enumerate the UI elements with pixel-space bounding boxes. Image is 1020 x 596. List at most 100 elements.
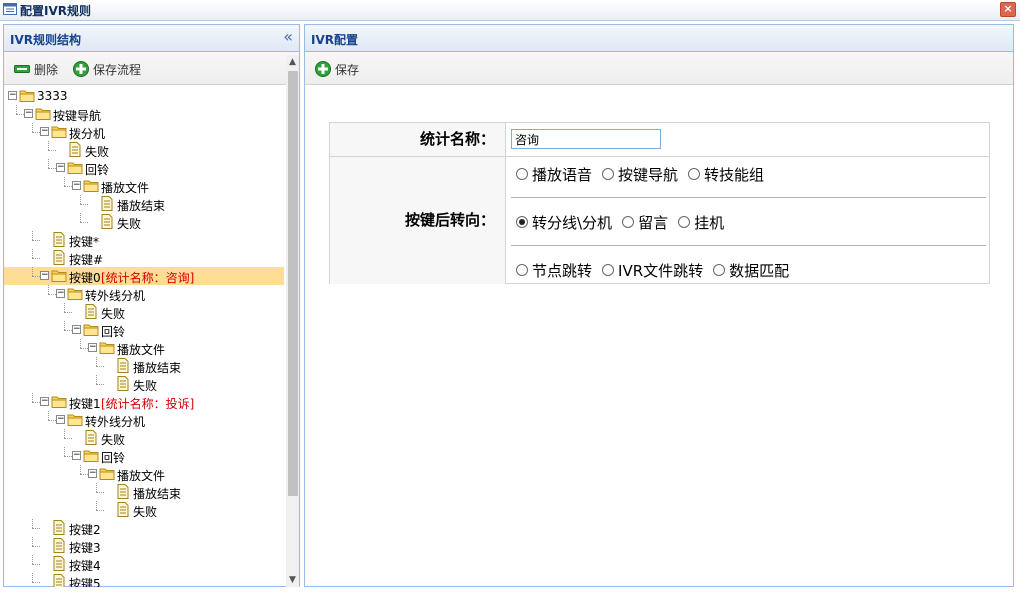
tree-connector-line: [96, 483, 97, 492]
tree-node-label: 拨分机: [69, 127, 106, 141]
collapse-toggle-icon[interactable]: −: [40, 127, 49, 136]
radio-option[interactable]: 转技能组: [688, 164, 764, 185]
file-icon: [51, 574, 67, 587]
tree-node-label: 按键0: [69, 271, 101, 285]
tree-node[interactable]: − 回铃: [4, 321, 284, 339]
tree-connector-line: [48, 420, 56, 421]
stat-name-input[interactable]: [511, 129, 661, 149]
radio-label: 播放语音: [532, 165, 593, 184]
collapse-toggle-icon[interactable]: −: [40, 271, 49, 280]
tree-node[interactable]: 播放结束: [4, 357, 284, 375]
collapse-toggle-icon[interactable]: −: [56, 163, 65, 172]
tree-connector-line: [32, 519, 33, 528]
tree-node[interactable]: 失败: [4, 501, 284, 519]
radio-button[interactable]: [516, 168, 528, 180]
tree-connector-line: [32, 537, 33, 546]
tree-node[interactable]: 按键#: [4, 249, 284, 267]
close-button[interactable]: ×: [1000, 2, 1016, 17]
radio-button[interactable]: [688, 168, 701, 180]
tree-toolbar: 删除 保存流程: [4, 52, 299, 85]
tree-connector-line: [64, 456, 72, 457]
tree-connector-line: [32, 249, 33, 258]
radio-option[interactable]: 留言: [622, 212, 668, 233]
tree-node[interactable]: 按键*: [4, 231, 284, 249]
tree-node[interactable]: − 播放文件: [4, 465, 284, 483]
collapse-icon[interactable]: «: [283, 28, 293, 46]
file-icon: [51, 520, 67, 535]
tree-node[interactable]: − 转外线分机: [4, 285, 284, 303]
save-button[interactable]: 保存: [315, 60, 359, 78]
tree-connector-line: [80, 348, 88, 349]
collapse-toggle-icon[interactable]: −: [24, 109, 33, 118]
radio-option[interactable]: 数据匹配: [713, 260, 789, 281]
tree-scrollbar[interactable]: ▲ ▼: [286, 55, 299, 587]
save-flow-button[interactable]: 保存流程: [73, 60, 141, 78]
collapse-toggle-icon[interactable]: −: [72, 325, 81, 334]
radio-button[interactable]: [622, 216, 635, 228]
scroll-down-arrow-icon[interactable]: ▼: [286, 573, 299, 587]
tree-node[interactable]: − 按键导航: [4, 105, 284, 123]
tree-node[interactable]: 播放结束: [4, 195, 284, 213]
collapse-toggle-icon[interactable]: −: [72, 451, 81, 460]
folder-icon: [67, 286, 83, 301]
tree-node[interactable]: 失败: [4, 429, 284, 447]
tree-connector-line: [32, 402, 40, 403]
tree-node[interactable]: − 回铃: [4, 447, 284, 465]
tree-node[interactable]: − 按键0 [统计名称：咨询]: [4, 267, 284, 285]
collapse-toggle-icon[interactable]: −: [72, 181, 81, 190]
collapse-toggle-icon[interactable]: −: [88, 343, 97, 352]
tree-node[interactable]: 失败: [4, 213, 284, 231]
minus-icon: [14, 65, 30, 73]
tree-node[interactable]: − 按键1 [统计名称：投诉]: [4, 393, 284, 411]
radio-button[interactable]: [602, 264, 615, 276]
tree-node[interactable]: − 3333: [4, 87, 284, 105]
tree-node[interactable]: − 播放文件: [4, 177, 284, 195]
radio-button[interactable]: [516, 216, 528, 228]
tree-connector-line: [64, 321, 65, 330]
tree-node[interactable]: 播放结束: [4, 483, 284, 501]
tree-node[interactable]: 按键5: [4, 573, 284, 587]
tree-node[interactable]: 按键2: [4, 519, 284, 537]
tree-connector-line: [32, 132, 40, 133]
radio-option[interactable]: 转分线\分机: [516, 212, 612, 233]
save-label: 保存: [335, 62, 360, 77]
tree-node[interactable]: − 播放文件: [4, 339, 284, 357]
tree-node[interactable]: − 转外线分机: [4, 411, 284, 429]
tree-node-label: 失败: [101, 307, 126, 321]
tree-connector-line: [32, 123, 33, 132]
collapse-toggle-icon[interactable]: −: [88, 469, 97, 478]
tree-node[interactable]: 按键3: [4, 537, 284, 555]
folder-icon: [99, 466, 115, 481]
radio-option[interactable]: 挂机: [678, 212, 724, 233]
file-icon: [51, 556, 67, 571]
delete-button[interactable]: 删除: [14, 60, 58, 78]
tree-node-label: 按键3: [69, 541, 101, 555]
tree-node[interactable]: 按键4: [4, 555, 284, 573]
tree-connector-line: [64, 312, 72, 313]
tree-node-label: 失败: [101, 433, 126, 447]
radio-button[interactable]: [516, 264, 528, 276]
stat-name-label: 统计名称：: [330, 123, 506, 156]
collapse-toggle-icon[interactable]: −: [56, 289, 65, 298]
tree-node[interactable]: 失败: [4, 141, 284, 159]
tree-node-label: 播放结束: [133, 361, 182, 375]
tree-connector-line: [80, 204, 88, 205]
tree-node[interactable]: − 拨分机: [4, 123, 284, 141]
collapse-toggle-icon[interactable]: −: [56, 415, 65, 424]
radio-option[interactable]: 按键导航: [602, 164, 678, 185]
tree-node[interactable]: − 回铃: [4, 159, 284, 177]
tree-connector-line: [64, 177, 65, 186]
tree-node[interactable]: 失败: [4, 375, 284, 393]
radio-option[interactable]: 播放语音: [516, 164, 592, 185]
radio-button[interactable]: [713, 264, 726, 276]
tree-node[interactable]: 失败: [4, 303, 284, 321]
scroll-up-arrow-icon[interactable]: ▲: [286, 55, 299, 69]
radio-option[interactable]: IVR文件跳转: [602, 260, 703, 281]
scroll-thumb[interactable]: [288, 71, 298, 496]
collapse-toggle-icon[interactable]: −: [40, 397, 49, 406]
radio-option[interactable]: 节点跳转: [516, 260, 592, 281]
stat-name-row: 统计名称：: [330, 123, 989, 157]
collapse-toggle-icon[interactable]: −: [8, 91, 17, 100]
radio-button[interactable]: [678, 216, 691, 228]
radio-button[interactable]: [602, 168, 615, 180]
